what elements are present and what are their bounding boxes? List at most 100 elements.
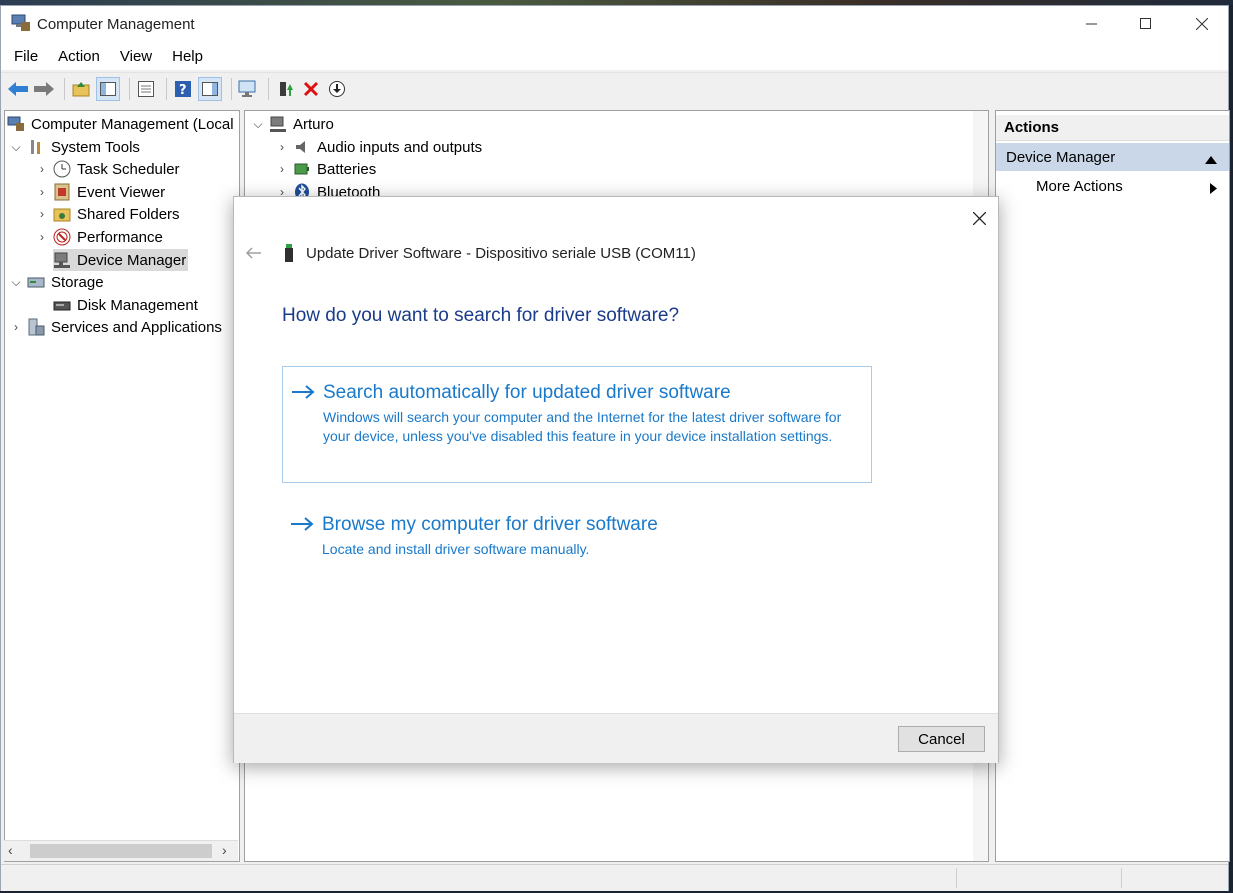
cancel-button[interactable]: Cancel [898,726,985,752]
properties-icon[interactable] [135,78,157,100]
tree-item-task-scheduler[interactable]: › Task Scheduler [35,158,180,180]
title-bar: Computer Management [1,6,1228,42]
chevron-down-icon[interactable]: ⌵ [9,275,23,290]
tree-label: Storage [51,273,104,291]
chevron-right-icon[interactable]: › [35,185,49,199]
device-label: Audio inputs and outputs [317,138,483,156]
actions-section-device-manager[interactable]: Device Manager [996,143,1229,171]
tree-item-shared-folders[interactable]: › Shared Folders [35,203,180,225]
tree-label: Device Manager [77,251,187,269]
clock-icon [53,160,71,178]
option-description: Windows will search your computer and th… [323,409,842,444]
svg-text:?: ? [179,83,187,97]
services-icon [27,318,45,336]
tree-label: Services and Applications [51,318,222,336]
chevron-down-icon[interactable]: ⌵ [9,140,23,155]
back-arrow-icon[interactable] [242,241,266,265]
toolbar-separator [231,77,232,100]
actions-header: Actions [996,115,1229,141]
scroll-left-icon[interactable]: ‹ [8,842,13,858]
tree-item-event-viewer[interactable]: › Event Viewer [35,181,165,203]
tree-item-storage[interactable]: ⌵ Storage [9,271,104,293]
battery-icon [293,160,311,178]
more-actions-label: More Actions [1036,177,1123,195]
app-icon [11,14,31,32]
status-bar [1,864,1228,891]
tree-label: Task Scheduler [77,160,180,178]
tree-item-device-manager[interactable]: Device Manager [53,249,189,271]
tree-label: Shared Folders [77,205,180,223]
submenu-arrow-icon [1210,181,1217,198]
storage-icon [27,273,45,291]
tree-horizontal-scrollbar[interactable]: ‹ › [4,840,238,861]
dialog-close-icon[interactable] [966,205,992,231]
show-hide-tree-icon[interactable] [96,76,120,101]
chevron-right-icon[interactable]: › [35,162,49,176]
window-title: Computer Management [37,16,195,33]
tree-label: Computer Management (Local [31,115,234,133]
back-icon[interactable] [7,78,29,100]
device-category[interactable]: › Audio inputs and outputs [275,136,482,158]
collapse-icon[interactable] [1205,151,1217,168]
toolbar-separator [129,77,130,100]
arrow-right-icon [291,380,315,406]
actions-pane: Actions Device Manager More Actions [995,110,1230,862]
tree-item-root[interactable]: Computer Management (Local [7,113,234,135]
actions-section-label: Device Manager [1006,148,1116,166]
menu-file[interactable]: File [7,48,45,65]
toolbar-separator [166,77,167,100]
device-computer[interactable]: ⌵ Arturo [251,113,334,135]
forward-icon[interactable] [33,78,55,100]
menu-bar: File Action View Help [1,42,1228,70]
option-title: Search automatically for updated driver … [323,382,731,403]
shared-folder-icon [53,205,71,223]
option-description: Locate and install driver software manua… [322,541,590,557]
chevron-right-icon[interactable]: › [275,140,289,154]
scroll-right-icon[interactable]: › [222,842,227,858]
chevron-down-icon[interactable]: ⌵ [251,117,265,132]
device-label: Batteries [317,160,377,178]
minimize-button[interactable] [1069,6,1115,42]
toolbar-separator [64,77,65,100]
computer-management-icon [7,115,25,133]
scan-hardware-icon[interactable] [237,78,259,100]
arrow-right-icon [290,512,314,538]
update-driver-icon[interactable] [274,78,296,100]
dialog-footer: Cancel [234,713,998,763]
speaker-icon [293,138,311,156]
status-divider [956,868,957,888]
chevron-right-icon[interactable]: › [35,207,49,221]
scroll-thumb[interactable] [30,844,212,858]
tree-label: System Tools [51,138,140,156]
dialog-heading: How do you want to search for driver sof… [282,305,680,326]
tree-label: Event Viewer [77,183,166,201]
chevron-right-icon[interactable]: › [275,162,289,176]
update-driver-dialog: Update Driver Software - Dispositivo ser… [233,196,999,763]
usb-device-icon [284,244,294,262]
show-hide-action-pane-icon[interactable] [198,76,222,101]
maximize-button[interactable] [1123,6,1169,42]
more-actions-item[interactable]: More Actions [996,173,1229,199]
browse-computer-option[interactable]: Browse my computer for driver software L… [282,499,872,569]
device-label: Arturo [293,115,334,133]
uninstall-icon[interactable] [300,78,322,100]
chevron-right-icon[interactable]: › [9,320,23,334]
menu-view[interactable]: View [113,48,159,65]
close-button[interactable] [1179,6,1225,42]
menu-action[interactable]: Action [51,48,107,65]
download-icon[interactable] [326,78,348,100]
console-tree-pane: Computer Management (Local ⌵ System Tool… [4,110,240,862]
search-automatically-option[interactable]: Search automatically for updated driver … [282,366,872,483]
chevron-right-icon[interactable]: › [35,230,49,244]
up-folder-icon[interactable] [70,78,92,100]
tree-item-disk-management[interactable]: Disk Management [53,294,198,316]
performance-icon [53,228,71,246]
tree-item-services-applications[interactable]: › Services and Applications [9,316,222,338]
toolbar: ? [1,72,1228,104]
help-icon[interactable]: ? [172,78,194,100]
device-category[interactable]: › Batteries [275,158,376,180]
menu-help[interactable]: Help [165,48,210,65]
tree-item-performance[interactable]: › Performance [35,226,163,248]
disk-icon [53,296,71,314]
tree-item-system-tools[interactable]: ⌵ System Tools [9,136,140,158]
